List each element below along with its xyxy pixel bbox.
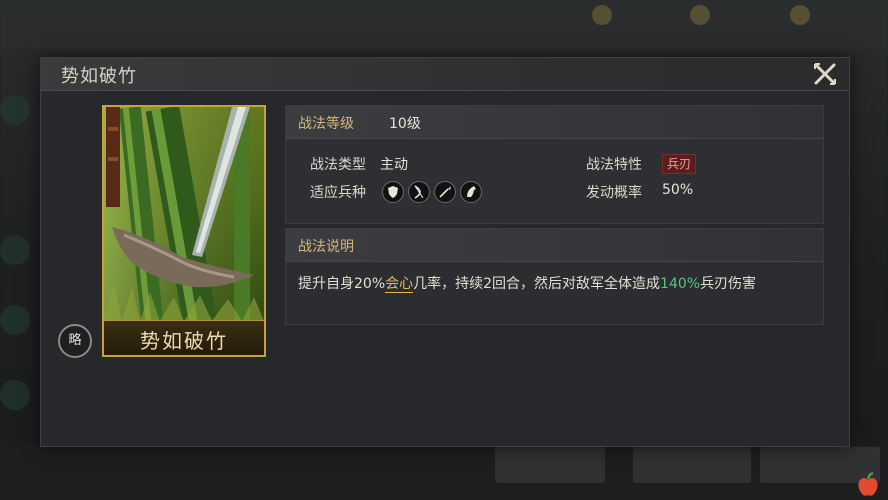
coin-icon [690,5,710,25]
background-bottom-bar [0,445,888,500]
description-part3: 兵刃伤害 [700,276,757,292]
level-row: 战法等级 10级 [286,106,823,139]
tactic-detail-dialog: 势如破竹 势如破竹 略 战法等级 10级 战法类型 主动 战法特性 兵刃 适应兵… [40,57,850,447]
apple-logo-icon [858,472,878,496]
close-button[interactable] [811,60,839,88]
side-icon [0,235,30,265]
type-value: 主动 [380,157,408,173]
description-part2: 几率，持续2回合，然后对敌军全体造成 [413,276,661,292]
tactic-card: 势如破竹 [102,105,266,357]
description-header: 战法说明 [286,229,823,262]
crit-keyword[interactable]: 会心 [385,276,414,293]
background-top-bar [0,0,888,50]
card-art [104,107,264,321]
spear-unit-icon [434,181,456,203]
trait-label: 战法特性 [586,157,642,173]
shield-unit-icon [382,181,404,203]
coin-icon [592,5,612,25]
card-name: 势如破竹 [140,329,228,353]
side-icon [0,380,30,410]
side-icon [0,95,30,125]
side-icon [0,305,30,335]
description-part1: 提升自身20% [298,276,386,292]
bow-unit-icon [408,181,430,203]
background-button [495,447,605,483]
close-x-icon [814,63,836,85]
chance-label: 发动概率 [586,185,642,201]
dialog-title: 势如破竹 [61,66,137,87]
level-label: 战法等级 [298,116,354,132]
units-label: 适应兵种 [310,185,366,201]
coin-icon [790,5,810,25]
card-name-bar: 势如破竹 [104,320,264,355]
description-label: 战法说明 [298,239,354,255]
level-value: 10级 [389,116,421,132]
tactic-info-panel: 战法等级 10级 战法类型 主动 战法特性 兵刃 适应兵种 发动概率 50% [285,105,824,224]
tactic-type-tag: 略 [58,324,92,358]
description-text: 提升自身20%会心几率，持续2回合，然后对敌军全体造成140%兵刃伤害 [298,273,756,293]
background-button [633,447,751,483]
trait-badge: 兵刃 [662,154,697,174]
tactic-description-panel: 战法说明 提升自身20%会心几率，持续2回合，然后对敌军全体造成140%兵刃伤害 [285,228,824,325]
cavalry-unit-icon [460,181,482,203]
damage-rate: 140% [660,276,701,292]
dialog-header: 势如破竹 [41,58,849,91]
chance-value: 50% [662,182,694,198]
type-label: 战法类型 [310,157,366,173]
